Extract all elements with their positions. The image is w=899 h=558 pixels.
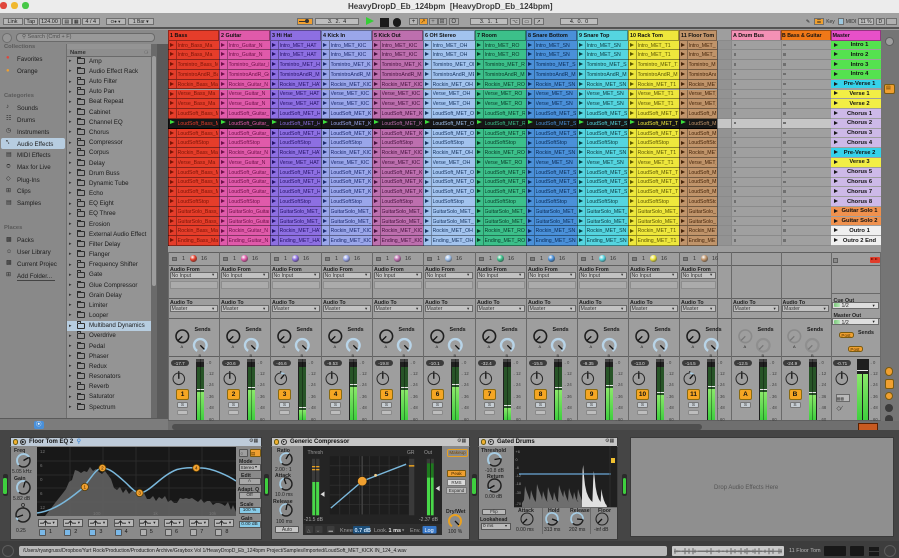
svg-text:-30: -30 bbox=[516, 491, 522, 495]
svg-text:-18: -18 bbox=[516, 482, 522, 486]
svg-text:Look.: Look. bbox=[374, 528, 388, 534]
svg-text:Log: Log bbox=[425, 528, 434, 534]
svg-text:-2.37 dB: -2.37 dB bbox=[419, 517, 439, 523]
svg-text:-6: -6 bbox=[516, 466, 519, 470]
svg-text:△: △ bbox=[307, 528, 311, 533]
svg-text:12: 12 bbox=[40, 505, 46, 510]
svg-text:10k: 10k bbox=[209, 511, 217, 516]
svg-text:100: 100 bbox=[93, 511, 101, 516]
svg-text:0: 0 bbox=[516, 458, 518, 462]
svg-text:0.7 dB: 0.7 dB bbox=[355, 528, 372, 534]
svg-text:1k: 1k bbox=[153, 511, 159, 516]
svg-text:1 ms: 1 ms bbox=[389, 528, 402, 534]
svg-text:-21.5 dB: -21.5 dB bbox=[304, 517, 324, 523]
svg-text:+6: +6 bbox=[516, 450, 520, 454]
svg-text:12: 12 bbox=[40, 449, 46, 454]
svg-text:Thresh: Thresh bbox=[308, 450, 324, 456]
svg-text:GR: GR bbox=[407, 450, 415, 456]
svg-text:Knee: Knee bbox=[340, 528, 353, 534]
svg-text:▬: ▬ bbox=[329, 528, 334, 533]
svg-text:Out: Out bbox=[424, 450, 433, 456]
svg-text:-70: -70 bbox=[516, 502, 522, 506]
svg-text:Env.: Env. bbox=[410, 528, 421, 534]
svg-text:⌣: ⌣ bbox=[317, 528, 320, 533]
